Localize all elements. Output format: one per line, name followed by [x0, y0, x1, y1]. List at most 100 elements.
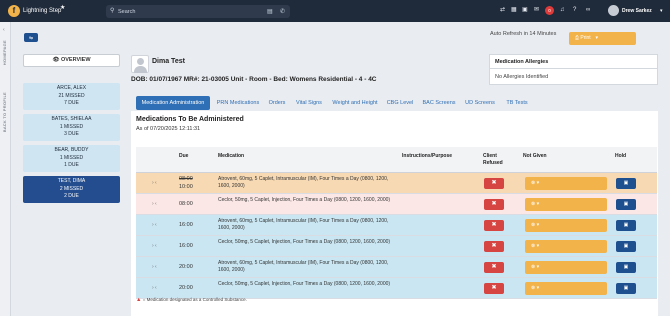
- print-button[interactable]: ⎙ Print ▾: [569, 32, 636, 45]
- table-header: Due Medication Instructions/Purpose Clie…: [136, 147, 657, 173]
- search-icon: ⚲: [110, 8, 115, 14]
- row-controls[interactable]: › ‹: [152, 180, 157, 186]
- medication-text: Atrovent, 60mg, 5 Caplet, Intramuscular …: [218, 260, 389, 273]
- due-time: 08:00: [179, 201, 193, 207]
- table-row: › ‹ 20:00 Atrovent, 60mg, 5 Caplet, Intr…: [136, 257, 657, 278]
- tab-tb-tests[interactable]: TB Tests: [504, 96, 530, 110]
- row-controls[interactable]: › ‹: [152, 285, 157, 291]
- table-row: › ‹ 16:00 Atrovent, 60mg, 5 Caplet, Intr…: [136, 215, 657, 236]
- tab-weight-height[interactable]: Weight and Height: [332, 96, 378, 110]
- calendar-icon[interactable]: ▦: [511, 7, 517, 14]
- row-controls[interactable]: › ‹: [152, 264, 157, 270]
- due-time: 20:00: [179, 264, 193, 270]
- tab-cbg-level[interactable]: CBG Level: [386, 96, 414, 110]
- patient-card-due: 3 DUE: [64, 131, 79, 137]
- eye-icon: 👁: [52, 57, 61, 63]
- tab-medication-administration[interactable]: Medication Administration: [136, 96, 210, 110]
- tab-ud-screens[interactable]: UD Screens: [464, 96, 496, 110]
- hold-button[interactable]: ▣: [616, 178, 636, 189]
- hold-button[interactable]: ▣: [616, 199, 636, 210]
- phone-icon[interactable]: ✆: [280, 8, 285, 15]
- patient-card[interactable]: ARCE, ALEX 21 MISSED 7 DUE: [23, 83, 120, 110]
- row-controls[interactable]: › ‹: [152, 201, 157, 207]
- tab-orders[interactable]: Orders: [266, 96, 288, 110]
- column-header-client-refused: Client Refused: [483, 153, 503, 166]
- favorite-star-icon[interactable]: ★: [60, 4, 65, 11]
- column-header-medication: Medication: [218, 153, 245, 159]
- user-avatar[interactable]: [608, 5, 619, 16]
- table-row: › ‹ 20:00 Ceclor, 50mg, 5 Caplet, Inject…: [136, 278, 657, 299]
- patient-card[interactable]: BATES, SHIELAA 1 MISSED 3 DUE: [23, 114, 120, 141]
- search-input[interactable]: [118, 7, 258, 16]
- not-given-dropdown[interactable]: ⊗ ▾: [525, 282, 607, 295]
- medication-text: Atrovent, 60mg, 5 Caplet, Intramuscular …: [218, 176, 389, 189]
- row-controls[interactable]: › ‹: [152, 243, 157, 249]
- patient-card-missed: 1 MISSED: [59, 123, 84, 130]
- patient-card-selected[interactable]: TEST, DIMA 2 MISSED 2 DUE: [23, 176, 120, 203]
- user-name[interactable]: Drew Sarkez: [622, 8, 652, 14]
- patient-card-name: TEST, DIMA: [57, 178, 86, 184]
- table-row: › ‹ 16:00 Ceclor, 50mg, 5 Caplet, Inject…: [136, 236, 657, 257]
- patient-card[interactable]: BEAR, BUDDY 1 MISSED 1 DUE: [23, 145, 120, 172]
- top-navigation-bar: f Lightning Step ★ ⚲ ▤ ✆ ⇄ ▦ ▣ ✉ 0 ♫ ? ∞…: [0, 0, 670, 22]
- app-logo[interactable]: f: [8, 5, 20, 17]
- bell-icon[interactable]: ♫: [560, 7, 565, 14]
- notification-count-badge[interactable]: 0: [545, 6, 554, 15]
- user-menu-chevron-icon[interactable]: ▾: [660, 8, 663, 14]
- allergies-title: Medication Allergies: [495, 59, 549, 65]
- allergies-value: No Allergies Identified: [495, 74, 549, 80]
- due-time: 16:00: [179, 243, 193, 249]
- id-card-icon[interactable]: ▤: [267, 8, 273, 15]
- not-given-dropdown[interactable]: ⊗ ▾: [525, 177, 607, 190]
- tab-vital-signs[interactable]: Vital Signs: [294, 96, 324, 110]
- handshake-icon[interactable]: ⇄: [500, 7, 505, 14]
- table-row: › ‹ 08:00 10:00 Atrovent, 60mg, 5 Caplet…: [136, 173, 657, 194]
- homepage-link[interactable]: HOMEPAGE: [2, 40, 7, 65]
- patient-card-due: 2 DUE: [64, 193, 79, 199]
- switch-view-button[interactable]: ⇆: [24, 33, 38, 42]
- footnote-text: = Medication designated as a Controlled …: [141, 297, 247, 302]
- client-refused-button[interactable]: ✖: [484, 262, 504, 273]
- overview-label: OVERVIEW: [60, 57, 91, 63]
- patient-card-due: 1 DUE: [64, 162, 79, 168]
- not-given-dropdown[interactable]: ⊗ ▾: [525, 219, 607, 232]
- tab-prn-medications[interactable]: PRN Medications: [214, 96, 262, 110]
- not-given-dropdown[interactable]: ⊗ ▾: [525, 261, 607, 274]
- column-header-instructions: Instructions/Purpose: [402, 153, 453, 159]
- column-header-not-given: Not Given: [523, 153, 547, 159]
- medication-text: Atrovent, 60mg, 5 Caplet, Intramuscular …: [218, 218, 389, 231]
- collapse-chevron-icon[interactable]: ‹: [3, 27, 5, 33]
- app-name: Lightning Step: [23, 8, 62, 14]
- chat-icon[interactable]: ✉: [534, 7, 539, 14]
- patient-card-name: ARCE, ALEX: [56, 85, 87, 91]
- not-given-dropdown[interactable]: ⊗ ▾: [525, 198, 607, 211]
- hold-button[interactable]: ▣: [616, 241, 636, 252]
- global-search[interactable]: ⚲ ▤ ✆: [106, 5, 290, 18]
- overview-button[interactable]: 👁 OVERVIEW: [23, 54, 120, 67]
- tab-bac-screens[interactable]: BAC Screens: [422, 96, 456, 110]
- medication-administration-panel: Medications To Be Administered As of 07/…: [131, 111, 658, 316]
- patient-card-due: 7 DUE: [64, 100, 79, 106]
- client-refused-button[interactable]: ✖: [484, 178, 504, 189]
- hold-button[interactable]: ▣: [616, 283, 636, 294]
- back-to-profile-link[interactable]: BACK TO PROFILE: [2, 92, 7, 132]
- medication-text: Ceclor, 50mg, 5 Caplet, Injection, Four …: [218, 239, 391, 245]
- patient-card-missed: 1 MISSED: [59, 154, 84, 161]
- section-title: Medications To Be Administered: [136, 116, 244, 123]
- client-refused-button[interactable]: ✖: [484, 199, 504, 210]
- client-refused-button[interactable]: ✖: [484, 241, 504, 252]
- inbox-icon[interactable]: ▣: [522, 7, 528, 14]
- not-given-dropdown[interactable]: ⊗ ▾: [525, 240, 607, 253]
- row-controls[interactable]: › ‹: [152, 222, 157, 228]
- due-time: 20:00: [179, 285, 193, 291]
- due-time: 16:00: [179, 222, 193, 228]
- client-refused-button[interactable]: ✖: [484, 283, 504, 294]
- hold-button[interactable]: ▣: [616, 220, 636, 231]
- client-refused-button[interactable]: ✖: [484, 220, 504, 231]
- patient-card-missed: 21 MISSED: [58, 92, 85, 99]
- link-icon[interactable]: ∞: [586, 7, 590, 14]
- hold-button[interactable]: ▣: [616, 262, 636, 273]
- help-icon[interactable]: ?: [573, 7, 576, 14]
- patient-card-name: BATES, SHIELAA: [51, 116, 92, 122]
- column-header-due: Due: [179, 153, 189, 159]
